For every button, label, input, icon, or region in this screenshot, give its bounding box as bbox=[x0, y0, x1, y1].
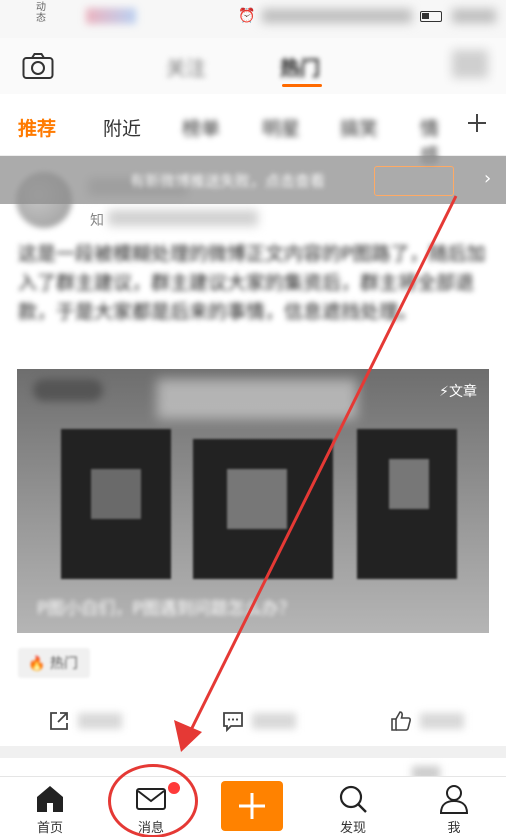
plus-icon bbox=[239, 793, 265, 819]
channel-star[interactable]: 明星 bbox=[262, 114, 300, 141]
top-right-button-redacted[interactable] bbox=[452, 50, 488, 78]
channel-funny[interactable]: 搞笑 bbox=[340, 114, 378, 141]
nav-home[interactable]: 首页 bbox=[20, 783, 80, 836]
channel-bar: 推荐 附近 榜单 明星 搞笑 情感 bbox=[0, 94, 506, 167]
comment-count-redacted bbox=[252, 713, 296, 729]
notification-banner[interactable]: 有新微博推送失败，点击查看 › bbox=[0, 156, 506, 204]
image-pixel-block bbox=[91, 469, 141, 519]
channel-ranking[interactable]: 榜单 bbox=[182, 114, 220, 141]
author-desc-redacted bbox=[108, 210, 258, 226]
active-tab-indicator bbox=[282, 84, 322, 87]
battery-icon bbox=[420, 11, 442, 22]
share-icon bbox=[50, 712, 68, 730]
image-pixel-block bbox=[227, 469, 287, 529]
status-text: 动态 bbox=[36, 2, 46, 24]
author-tag: 知 bbox=[90, 213, 104, 229]
like-icon bbox=[391, 711, 411, 731]
hot-tag[interactable]: 🔥 热门 bbox=[18, 648, 90, 678]
status-bar: 动态 ⏰ bbox=[0, 0, 506, 38]
share-button[interactable] bbox=[48, 710, 138, 732]
nav-discover[interactable]: 发现 bbox=[323, 783, 383, 836]
annotation-highlight-circle bbox=[108, 764, 198, 837]
nav-profile-label: 我 bbox=[447, 821, 461, 836]
status-icons-redacted bbox=[86, 8, 136, 24]
feed-separator bbox=[0, 746, 506, 758]
tab-hot[interactable]: 热门 bbox=[280, 52, 320, 81]
like-button[interactable] bbox=[390, 710, 480, 732]
status-info-redacted bbox=[262, 9, 412, 23]
comment-icon bbox=[223, 712, 243, 732]
profile-icon bbox=[439, 785, 469, 814]
camera-icon[interactable] bbox=[22, 52, 54, 80]
plus-icon[interactable] bbox=[466, 112, 488, 134]
image-highlight bbox=[157, 379, 357, 419]
comment-button[interactable] bbox=[222, 710, 312, 732]
image-pixel-block bbox=[389, 459, 429, 509]
channel-recommend[interactable]: 推荐 bbox=[18, 114, 56, 141]
image-caption: P图小白们，P图遇到问题怎么办？ bbox=[37, 599, 296, 619]
chevron-right-icon[interactable]: › bbox=[484, 168, 491, 189]
banner-text: 有新微博推送失败，点击查看 bbox=[130, 172, 326, 190]
post-image[interactable]: ⚡文章 P图小白们，P图遇到问题怎么办？ bbox=[17, 369, 489, 633]
alarm-icon: ⏰ bbox=[238, 8, 256, 24]
like-count-redacted bbox=[420, 713, 464, 729]
bottom-nav: 首页 消息 发现 我 bbox=[0, 776, 506, 837]
post-text[interactable]: 这是一段被模糊处理的微博正文内容的P图路了，随后加入了群主建议，群主建议大家的集… bbox=[18, 240, 490, 327]
banner-action-box[interactable] bbox=[374, 166, 454, 196]
status-time-redacted bbox=[452, 9, 496, 23]
top-nav: 关注 热门 bbox=[0, 38, 506, 94]
discover-icon bbox=[339, 785, 367, 813]
nav-discover-label: 发现 bbox=[339, 821, 366, 836]
nav-profile[interactable]: 我 bbox=[424, 783, 484, 836]
image-source-redacted bbox=[33, 379, 103, 401]
share-count-redacted bbox=[78, 713, 122, 729]
nav-home-label: 首页 bbox=[36, 821, 63, 836]
tab-follow[interactable]: 关注 bbox=[166, 52, 206, 81]
channel-nearby[interactable]: 附近 bbox=[103, 114, 141, 141]
home-icon bbox=[37, 786, 63, 812]
article-tag: ⚡文章 bbox=[439, 384, 477, 400]
compose-button[interactable] bbox=[221, 781, 283, 831]
